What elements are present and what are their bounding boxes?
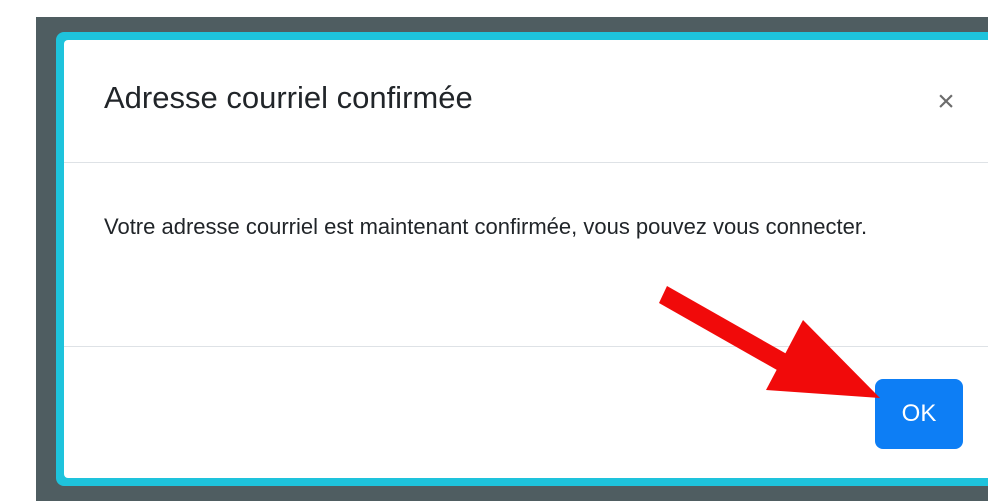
confirmation-message: Votre adresse courriel est maintenant co…	[104, 214, 868, 239]
modal-footer: OK	[64, 347, 988, 478]
modal-body: Votre adresse courriel est maintenant co…	[64, 163, 988, 347]
confirmation-dialog: Adresse courriel confirmée × Votre adres…	[64, 40, 988, 478]
ok-button[interactable]: OK	[875, 379, 963, 449]
screenshot-stage: Adresse courriel confirmée × Votre adres…	[0, 0, 988, 501]
close-icon[interactable]: ×	[928, 84, 964, 120]
modal-title: Adresse courriel confirmée	[104, 80, 473, 115]
modal-header: Adresse courriel confirmée ×	[64, 40, 988, 163]
